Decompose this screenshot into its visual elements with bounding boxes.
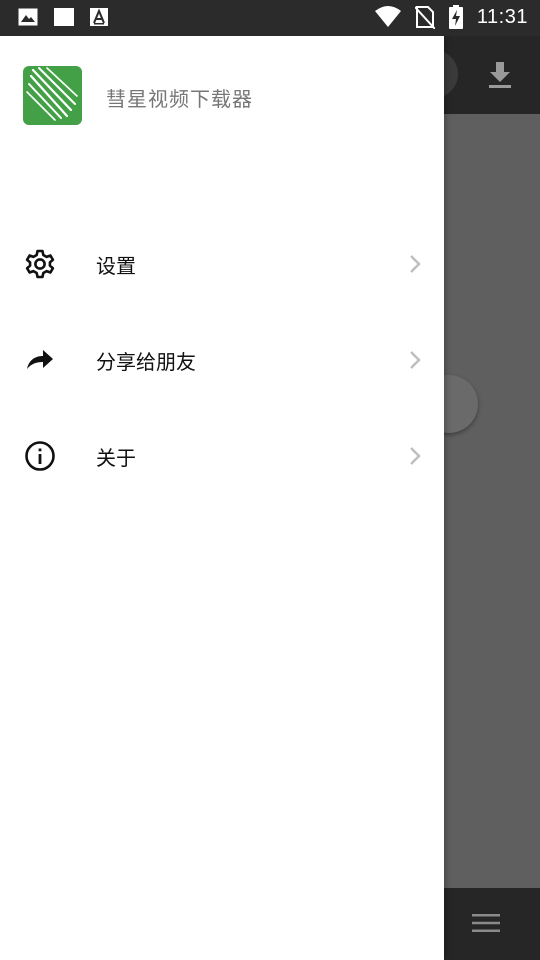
chevron-right-icon — [410, 351, 421, 369]
navigation-drawer: 彗星视频下载器 设置 分享给朋友 关于 — [0, 36, 444, 960]
image-icon — [18, 8, 38, 26]
gear-icon — [25, 249, 55, 279]
drawer-menu: 设置 分享给朋友 关于 — [0, 216, 444, 504]
chevron-right-icon — [410, 255, 421, 273]
download-icon — [489, 62, 511, 88]
menu-item-label: 设置 — [96, 254, 136, 278]
menu-item-label: 分享给朋友 — [96, 350, 196, 374]
menu-item-label: 关于 — [96, 446, 136, 470]
info-icon — [25, 441, 55, 471]
share-icon — [27, 350, 53, 369]
comet-logo-icon — [26, 67, 78, 121]
status-time: 11:31 — [476, 5, 528, 28]
wifi-icon — [374, 6, 401, 27]
drawer-header: 彗星视频下载器 — [0, 36, 444, 176]
no-sim-icon — [414, 6, 435, 29]
menu-item-share[interactable]: 分享给朋友 — [0, 312, 444, 408]
menu-item-settings[interactable]: 设置 — [0, 216, 444, 312]
app-name: 彗星视频下载器 — [106, 87, 253, 111]
menu-item-about[interactable]: 关于 — [0, 408, 444, 504]
font-a-icon — [90, 8, 108, 26]
chevron-right-icon — [410, 447, 421, 465]
square-icon — [54, 8, 74, 26]
app-logo — [23, 66, 82, 125]
status-bar: 11:31 — [0, 0, 540, 36]
menu-icon — [472, 914, 500, 932]
battery-charging-icon — [448, 5, 463, 29]
